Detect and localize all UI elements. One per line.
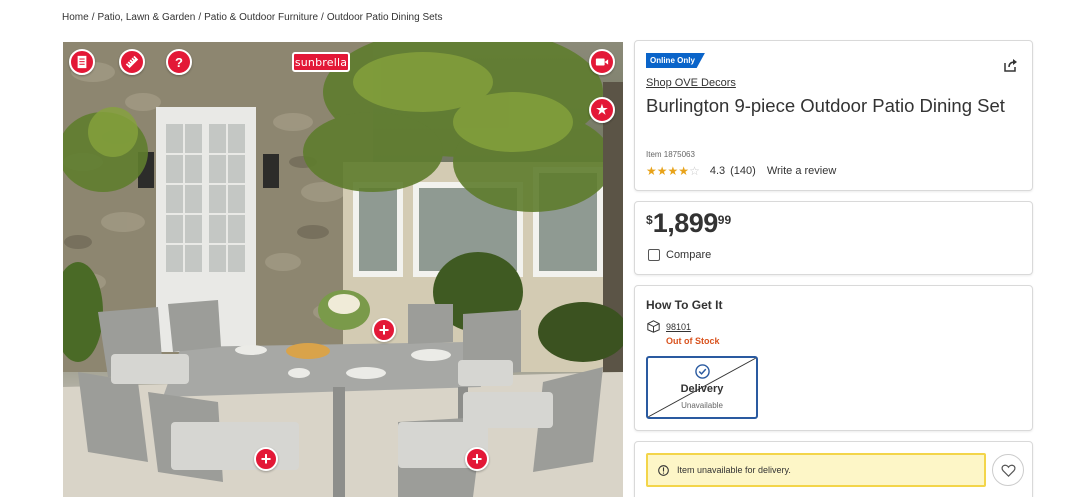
- alert-message: Item unavailable for delivery.: [677, 465, 791, 475]
- favorite-button[interactable]: [992, 454, 1024, 486]
- how-to-get-it-title: How To Get It: [646, 298, 723, 312]
- breadcrumb-outdoor-patio-dining-sets[interactable]: Outdoor Patio Dining Sets: [327, 12, 443, 23]
- star-icon: ★: [667, 164, 679, 178]
- price-currency: $: [646, 213, 653, 227]
- item-number: Item 1875063: [646, 150, 695, 159]
- online-only-badge: Online Only: [646, 53, 705, 68]
- ruler-icon[interactable]: [119, 49, 145, 75]
- breadcrumb: Home / Patio, Lawn & Garden / Patio & Outdoo…: [62, 12, 442, 23]
- breadcrumb-patio-lawn-garden[interactable]: Patio, Lawn & Garden: [97, 12, 195, 23]
- delivery-option[interactable]: Delivery Unavailable: [646, 356, 758, 419]
- info-icon: [658, 464, 669, 476]
- delivery-status: Unavailable: [681, 401, 723, 410]
- star-icon: ★: [656, 164, 668, 178]
- breadcrumb-patio-outdoor-furniture[interactable]: Patio & Outdoor Furniture: [204, 12, 318, 23]
- breadcrumb-separator: /: [198, 12, 202, 23]
- share-icon[interactable]: [1002, 57, 1018, 73]
- compare-checkbox[interactable]: Compare: [648, 249, 711, 261]
- star-icon: ★: [678, 164, 690, 178]
- plus-icon[interactable]: +: [372, 318, 396, 342]
- package-icon: [647, 320, 660, 333]
- star-icon: ★: [646, 164, 657, 178]
- zip-row: 98101: [647, 320, 691, 333]
- delivery-alert: Item unavailable for delivery.: [646, 453, 986, 487]
- price-cents: 99: [717, 213, 732, 227]
- rating-value: 4.3: [709, 165, 726, 177]
- star-rating[interactable]: ★ ★ ★ ★ ☆: [646, 165, 700, 177]
- star-badge-icon[interactable]: ★: [589, 97, 615, 123]
- rating-row: ★ ★ ★ ★ ☆ 4.3 (140) Write a review: [646, 165, 836, 177]
- check-circle-icon: [695, 364, 710, 379]
- star-empty-icon: ☆: [689, 164, 700, 178]
- price-card: $ 1,899 99 Compare: [634, 201, 1033, 275]
- product-info-card: Online Only Shop OVE Decors Burlington 9…: [634, 40, 1033, 191]
- stock-status: Out of Stock: [666, 336, 720, 346]
- delivery-label: Delivery: [680, 383, 724, 395]
- alert-card: Item unavailable for delivery.: [634, 441, 1033, 497]
- product-photo: [63, 42, 623, 497]
- price: $ 1,899 99: [646, 208, 731, 239]
- checkbox-box[interactable]: [648, 249, 660, 261]
- product-image-gallery[interactable]: ? sunbrella ★ + + +: [63, 42, 623, 497]
- compare-label: Compare: [666, 249, 712, 261]
- product-title: Burlington 9-piece Outdoor Patio Dining …: [646, 95, 1005, 116]
- zip-code-link[interactable]: 98101: [666, 322, 691, 332]
- heart-icon: [1000, 464, 1016, 477]
- sunbrella-brand-tag[interactable]: sunbrella: [292, 52, 350, 72]
- breadcrumb-separator: /: [91, 12, 95, 23]
- breadcrumb-home[interactable]: Home: [62, 12, 89, 23]
- help-icon[interactable]: ?: [166, 49, 192, 75]
- document-icon[interactable]: [69, 49, 95, 75]
- brand-link[interactable]: Shop OVE Decors: [646, 77, 736, 89]
- price-dollars: 1,899: [652, 208, 719, 238]
- breadcrumb-separator: /: [321, 12, 324, 23]
- plus-icon[interactable]: +: [465, 447, 489, 471]
- fulfillment-card: How To Get It 98101 Out of Stock Deliver…: [634, 285, 1033, 431]
- video-icon[interactable]: [589, 49, 615, 75]
- write-review-link[interactable]: Write a review: [767, 165, 836, 177]
- review-count[interactable]: (140): [730, 165, 756, 177]
- plus-icon[interactable]: +: [254, 447, 278, 471]
